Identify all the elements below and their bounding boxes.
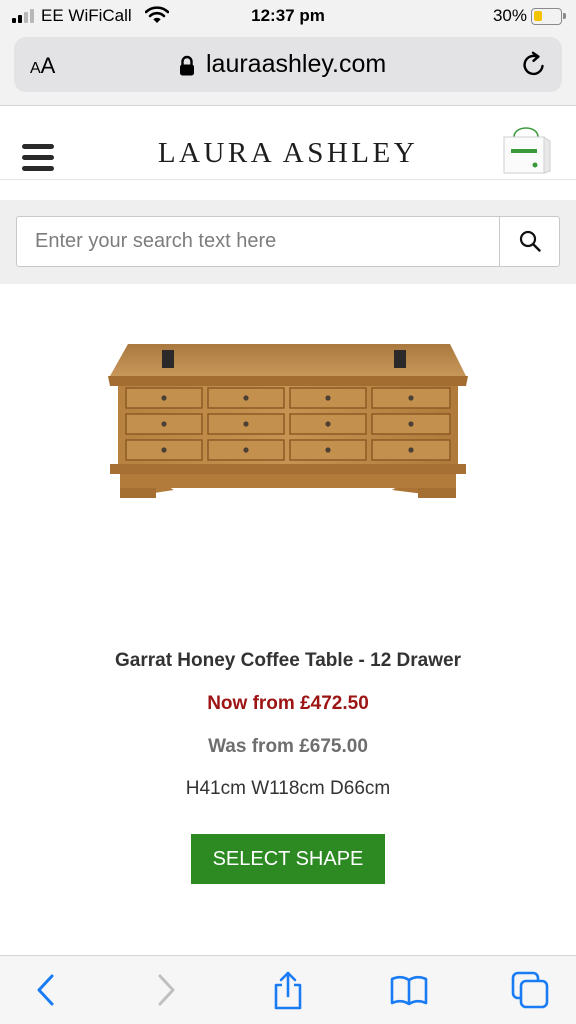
status-bar: EE WiFiCall 12:37 pm 30% [0, 0, 576, 34]
search-icon [519, 230, 541, 252]
site-logo[interactable]: LAURA ASHLEY [0, 137, 576, 170]
clock: 12:37 pm [251, 6, 325, 25]
reload-icon[interactable] [520, 51, 548, 79]
share-button[interactable] [268, 970, 308, 1010]
bookmarks-button[interactable] [389, 970, 429, 1010]
browser-bottom-toolbar [0, 955, 576, 1024]
product-dimensions: H41cm W118cm D66cm [185, 778, 391, 799]
forward-button[interactable] [146, 970, 186, 1010]
bookmarks-icon [390, 975, 428, 1006]
search-button[interactable] [499, 217, 559, 266]
browser-toolbar: AA lauraashley.com [0, 34, 576, 106]
product-title[interactable]: Garrat Honey Coffee Table - 12 Drawer [0, 650, 576, 672]
was-price: Was from £675.00 [208, 736, 368, 757]
address-bar[interactable]: AA lauraashley.com [14, 37, 562, 92]
site-header: LAURA ASHLEY [0, 107, 576, 180]
back-button[interactable] [26, 970, 66, 1010]
battery-level-fill [534, 11, 542, 21]
search-bar-container [0, 200, 576, 284]
lock-icon [180, 55, 194, 76]
tabs-button[interactable] [510, 970, 550, 1010]
tabs-icon [511, 971, 549, 1009]
product-image[interactable] [100, 330, 476, 510]
forward-icon [158, 974, 175, 1006]
search-input[interactable] [17, 217, 501, 266]
share-icon [274, 971, 302, 1010]
back-icon [37, 974, 54, 1006]
shopping-bag-icon[interactable] [498, 121, 554, 177]
battery-icon [531, 8, 566, 25]
now-price: Now from £472.50 [207, 693, 369, 714]
text-size-button[interactable]: AA [30, 53, 55, 79]
url-text[interactable]: lauraashley.com [206, 50, 386, 79]
search-box [16, 216, 560, 267]
select-shape-button[interactable]: SELECT SHAPE [191, 834, 385, 884]
battery-percentage: 30% [492, 6, 527, 25]
